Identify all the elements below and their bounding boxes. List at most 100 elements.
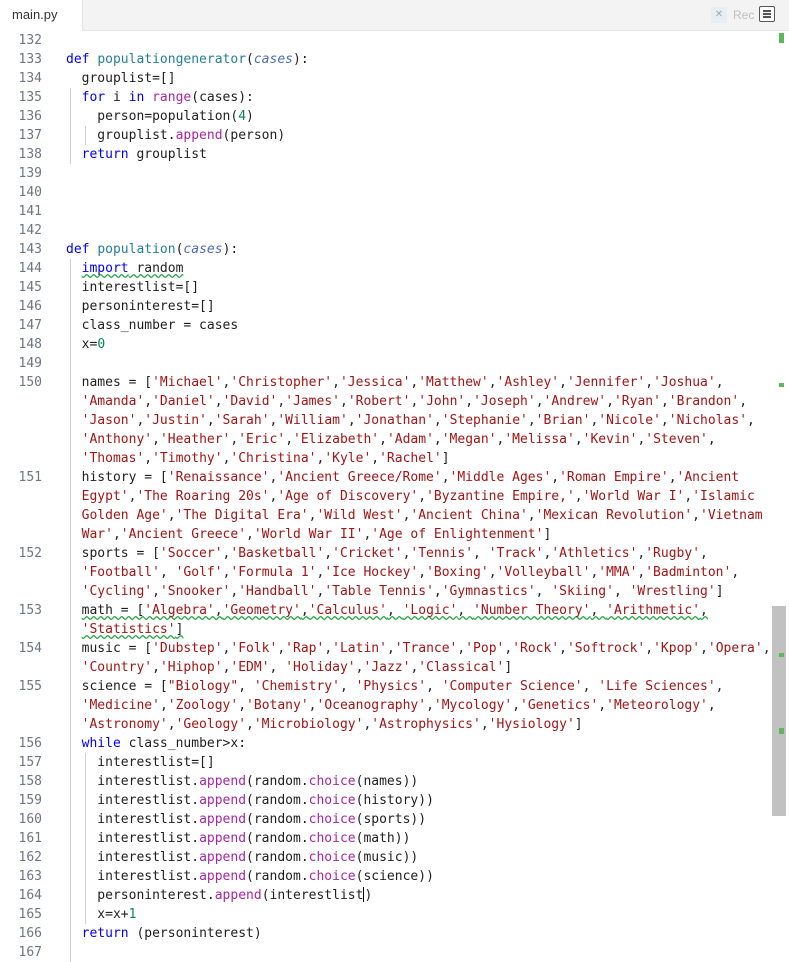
line-number: 161: [18, 831, 42, 846]
line-number: [0, 620, 42, 639]
line-number: 154: [18, 641, 42, 656]
tab-main-py[interactable]: main.py: [0, 0, 83, 31]
line-number: 160: [18, 812, 42, 827]
code-line[interactable]: interestlist.append(random.choice(histor…: [66, 791, 434, 810]
line-number: 158: [18, 774, 42, 789]
code-line[interactable]: music = ['Dubstep','Folk','Rap','Latin',…: [66, 639, 771, 658]
code-line[interactable]: personinterest=[]: [66, 297, 215, 316]
code-line[interactable]: 'Country','Hiphop','EDM', 'Holiday','Jaz…: [66, 658, 513, 677]
code-line[interactable]: Golden Age','The Digital Era','Wild West…: [66, 506, 763, 525]
code-line[interactable]: 'Statistics']: [66, 620, 184, 639]
line-number: 144: [18, 261, 42, 276]
code-line[interactable]: interestlist=[]: [66, 753, 214, 772]
line-number: 147: [18, 318, 42, 333]
code-line[interactable]: interestlist=[]: [66, 278, 199, 297]
line-number: 148: [18, 337, 42, 352]
line-number: [0, 449, 42, 468]
vertical-scrollbar[interactable]: [772, 31, 789, 951]
code-line[interactable]: class_number = cases: [66, 316, 239, 335]
code-line[interactable]: interestlist.append(random.choice(names)…: [66, 772, 418, 791]
code-line[interactable]: grouplist.append(person): [66, 126, 285, 145]
code-editor[interactable]: 132 133 134 135 136 137 138 139 140 141 142 143 144 1…: [0, 31, 789, 962]
line-number: 151: [18, 470, 42, 485]
code-line[interactable]: for i in range(cases):: [66, 88, 254, 107]
tab-bar: main.py ✕ Rec: [0, 0, 789, 31]
toolbar-right: ✕ Rec: [699, 0, 789, 30]
code-line[interactable]: 'Football', 'Golf','Formula 1','Ice Hock…: [66, 563, 740, 582]
line-number: [0, 487, 42, 506]
line-number: [0, 506, 42, 525]
code-line[interactable]: 'Astronomy','Geology','Microbiology','As…: [66, 715, 583, 734]
line-number: [0, 696, 42, 715]
line-number: 145: [18, 280, 42, 295]
line-number: [0, 430, 42, 449]
line-number: 165: [18, 907, 42, 922]
code-line[interactable]: while class_number>x:: [66, 734, 246, 753]
code-line[interactable]: names = ['Michael','Christopher','Jessic…: [66, 373, 724, 392]
line-number: [0, 715, 42, 734]
code-line[interactable]: sports = ['Soccer','Basketball','Cricket…: [66, 544, 708, 563]
code-line[interactable]: science = ["Biology", 'Chemistry', 'Phys…: [66, 677, 724, 696]
line-number: 140: [18, 185, 42, 200]
code-line[interactable]: return grouplist: [66, 145, 207, 164]
line-number: [0, 392, 42, 411]
code-line[interactable]: interestlist.append(random.choice(math)): [66, 829, 410, 848]
line-number: 135: [18, 90, 42, 105]
code-line[interactable]: 'Thomas','Timothy','Christina','Kyle','R…: [66, 449, 450, 468]
code-line[interactable]: math = ['Algebra','Geometry','Calculus',…: [66, 601, 708, 620]
code-line[interactable]: Egypt','The Roaring 20s','Age of Discove…: [66, 487, 755, 506]
line-number: 139: [18, 166, 42, 181]
code-line[interactable]: x=0: [66, 335, 106, 354]
line-number: 143: [18, 242, 42, 257]
close-icon[interactable]: ✕: [711, 7, 727, 23]
line-number: 149: [18, 356, 42, 371]
line-number-gutter: 132 133 134 135 136 137 138 139 140 141 142 143 144 1…: [0, 31, 56, 960]
line-number: 141: [18, 204, 42, 219]
line-number: 137: [18, 128, 42, 143]
code-line[interactable]: history = ['Renaissance','Ancient Greece…: [66, 468, 740, 487]
code-line[interactable]: interestlist.append(random.choice(sports…: [66, 810, 426, 829]
line-number: 153: [18, 603, 42, 618]
line-number: 134: [18, 71, 42, 86]
code-line[interactable]: 'Jason','Justin','Sarah','William','Jona…: [66, 411, 755, 430]
code-line[interactable]: 'Amanda','Daniel','David','James','Rober…: [66, 392, 747, 411]
code-line[interactable]: 'Cycling','Snooker','Handball','Table Te…: [66, 582, 724, 601]
line-number: [0, 658, 42, 677]
code-line[interactable]: interestlist.append(random.choice(scienc…: [66, 867, 434, 886]
menu-icon[interactable]: [759, 6, 775, 22]
code-line[interactable]: grouplist=[]: [66, 69, 176, 88]
code-line[interactable]: x=x+1: [66, 905, 136, 924]
line-number: [0, 525, 42, 544]
code-line[interactable]: War','Ancient Greece','World War II','Ag…: [66, 525, 552, 544]
code-line[interactable]: 'Medicine','Zoology','Botany','Oceanogra…: [66, 696, 716, 715]
line-number: 146: [18, 299, 42, 314]
code-line[interactable]: def population(cases):: [66, 240, 238, 259]
line-number: 152: [18, 546, 42, 561]
line-number: 164: [18, 888, 42, 903]
line-number: [0, 411, 42, 430]
code-line[interactable]: personinterest.append(interestlist): [66, 886, 372, 905]
line-number: 150: [18, 375, 42, 390]
line-number: [0, 582, 42, 601]
line-number: 157: [18, 755, 42, 770]
code-line[interactable]: return (personinterest): [66, 924, 262, 943]
line-number: 166: [18, 926, 42, 941]
line-number: 162: [18, 850, 42, 865]
line-number: 142: [18, 223, 42, 238]
line-number: 138: [18, 147, 42, 162]
scrollbar-thumb[interactable]: [772, 606, 786, 816]
line-number: 156: [18, 736, 42, 751]
code-line[interactable]: 'Anthony','Heather','Eric','Elizabeth','…: [66, 430, 716, 449]
line-number: 159: [18, 793, 42, 808]
line-number: 167: [18, 945, 42, 960]
code-line[interactable]: person=population(4): [66, 107, 254, 126]
code-line[interactable]: import random: [66, 259, 184, 278]
indent-guide: [85, 753, 86, 924]
code-line[interactable]: def populationgenerator(cases):: [66, 50, 309, 69]
line-number: 133: [18, 52, 42, 67]
line-number: 163: [18, 869, 42, 884]
tab-label: main.py: [12, 7, 58, 22]
code-line[interactable]: interestlist.append(random.choice(music)…: [66, 848, 418, 867]
overview-marker: [779, 33, 784, 43]
indent-guide: [85, 126, 86, 145]
